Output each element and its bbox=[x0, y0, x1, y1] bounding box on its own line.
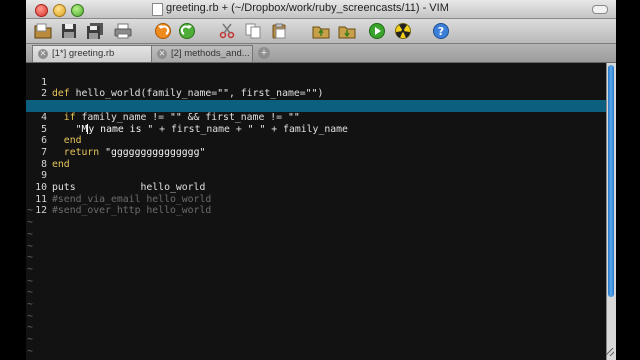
empty-line-marker: ~ bbox=[27, 252, 33, 264]
tab-label: [1*] greeting.rb bbox=[52, 48, 115, 59]
empty-line-marker: ~ bbox=[27, 345, 33, 357]
title-bar[interactable]: greeting.rb + (~/Dropbox/work/ruby_scree… bbox=[26, 0, 616, 19]
minimize-window-icon[interactable] bbox=[53, 4, 66, 17]
code-line-current[interactable]: 4 "My name is " + first_name + " " + fam… bbox=[26, 100, 606, 135]
resize-grip-icon[interactable] bbox=[606, 348, 614, 356]
empty-line-marker: ~ bbox=[27, 217, 33, 229]
paste-icon[interactable] bbox=[270, 22, 288, 40]
tab-close-icon[interactable]: ✕ bbox=[38, 49, 48, 59]
code-line[interactable]: 8 bbox=[26, 147, 606, 170]
make-icon[interactable] bbox=[394, 22, 412, 40]
save-session-icon[interactable] bbox=[338, 22, 356, 40]
empty-line-marker: ~ bbox=[27, 228, 33, 240]
load-session-icon[interactable] bbox=[312, 22, 330, 40]
document-proxy-icon[interactable] bbox=[152, 3, 163, 16]
empty-line-marker: ~ bbox=[27, 322, 33, 334]
empty-line-marker: ~ bbox=[27, 310, 33, 322]
code-line[interactable]: 2 greeting = "Hello world" bbox=[26, 77, 606, 111]
empty-line-marker: ~ bbox=[27, 334, 33, 346]
code-line[interactable]: 9 puts hello_world bbox=[26, 159, 606, 193]
redo-icon[interactable] bbox=[178, 22, 196, 40]
undo-icon[interactable] bbox=[154, 22, 172, 40]
print-icon[interactable] bbox=[114, 22, 132, 40]
empty-line-marker: ~ bbox=[27, 275, 33, 287]
svg-text:?: ? bbox=[438, 25, 444, 38]
toolbar-toggle-button[interactable] bbox=[592, 5, 608, 14]
code-line[interactable]: 7 end bbox=[26, 135, 606, 170]
empty-line-marker: ~ bbox=[27, 205, 33, 217]
cut-icon[interactable] bbox=[218, 22, 236, 40]
code-line[interactable]: 12 bbox=[26, 194, 606, 216]
editor-area[interactable]: 1 def hello_world(family_name="", first_… bbox=[26, 63, 616, 360]
scrollbar-thumb[interactable] bbox=[608, 65, 614, 297]
new-tab-icon[interactable]: + bbox=[258, 47, 270, 59]
save-icon[interactable] bbox=[60, 22, 78, 40]
window-title: greeting.rb + (~/Dropbox/work/ruby_scree… bbox=[166, 2, 449, 14]
code-comment: #send_over_http hello_world bbox=[52, 205, 212, 217]
tab-greeting-rb[interactable]: ✕ [1*] greeting.rb bbox=[32, 45, 152, 62]
copy-icon[interactable] bbox=[244, 22, 262, 40]
tab-methods-and[interactable]: ✕ [2] methods_and... bbox=[151, 45, 253, 62]
code-line[interactable]: 6 return "ggggggggggggggg" bbox=[26, 124, 606, 158]
tab-label: [2] methods_and... bbox=[171, 48, 250, 59]
zoom-window-icon[interactable] bbox=[71, 4, 84, 17]
vim-window: greeting.rb + (~/Dropbox/work/ruby_scree… bbox=[26, 0, 616, 360]
empty-line-marker: ~ bbox=[27, 287, 33, 299]
code-line[interactable]: 5 end bbox=[26, 112, 606, 147]
close-window-icon[interactable] bbox=[35, 4, 48, 17]
code-line[interactable]: 10 #send_via_email hello_world bbox=[26, 170, 606, 205]
open-file-icon[interactable] bbox=[34, 22, 52, 40]
tab-bar: ✕ [1*] greeting.rb ✕ [2] methods_and... + bbox=[26, 44, 616, 63]
run-script-icon[interactable] bbox=[368, 22, 386, 40]
tab-close-icon[interactable]: ✕ bbox=[157, 49, 167, 59]
empty-line-marker: ~ bbox=[27, 263, 33, 275]
code-line[interactable]: 1 def hello_world(family_name="", first_… bbox=[26, 65, 606, 100]
empty-line-marker: ~ bbox=[27, 240, 33, 252]
help-icon[interactable]: ? bbox=[432, 22, 450, 40]
code-line[interactable]: 3 if family_name != "" && first_name != … bbox=[26, 88, 606, 123]
save-all-icon[interactable] bbox=[86, 22, 104, 40]
vertical-scrollbar[interactable] bbox=[606, 63, 616, 360]
toolbar: ? bbox=[26, 19, 616, 44]
code-line[interactable]: 11 #send_over_http hello_world bbox=[26, 182, 606, 217]
empty-line-marker: ~ bbox=[27, 299, 33, 310]
